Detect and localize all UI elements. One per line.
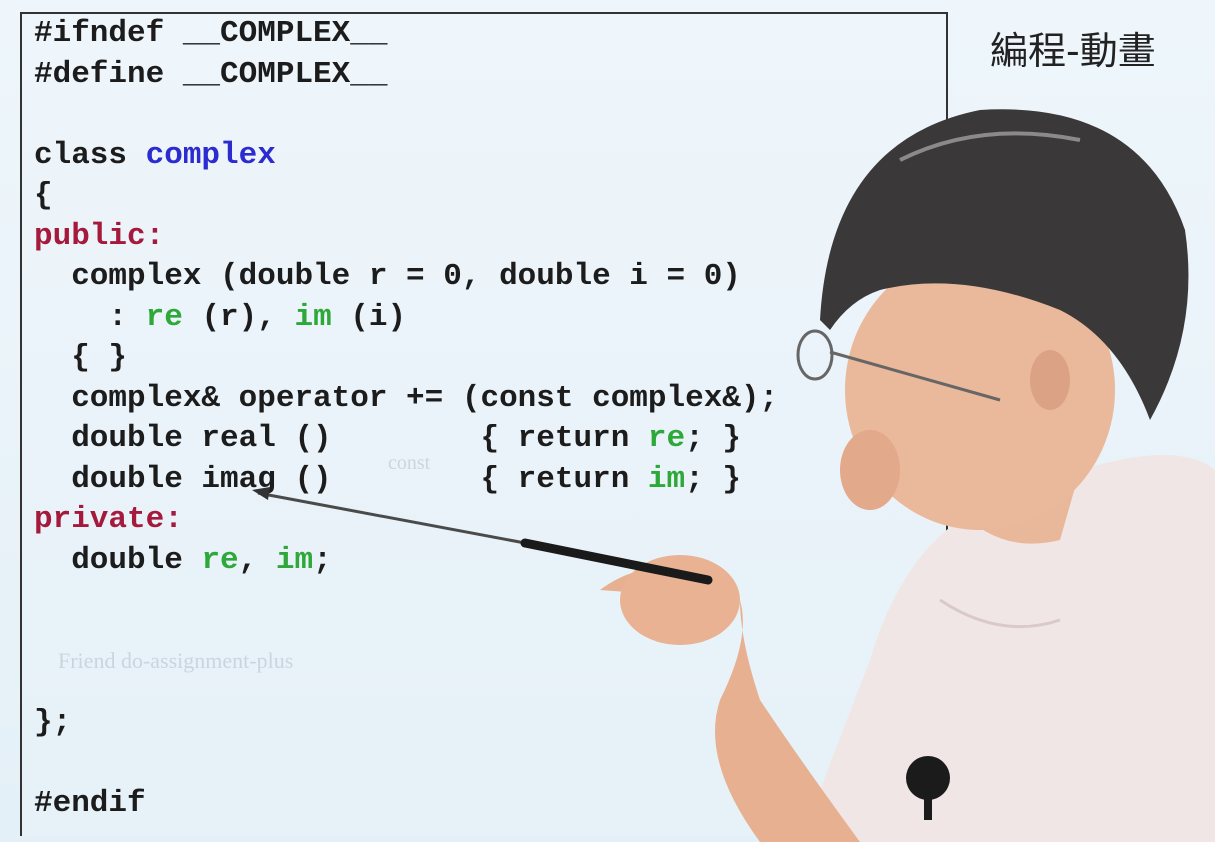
pointer-stick-icon — [257, 491, 526, 545]
glasses-icon — [796, 329, 834, 381]
presenter-figure — [252, 109, 1215, 842]
